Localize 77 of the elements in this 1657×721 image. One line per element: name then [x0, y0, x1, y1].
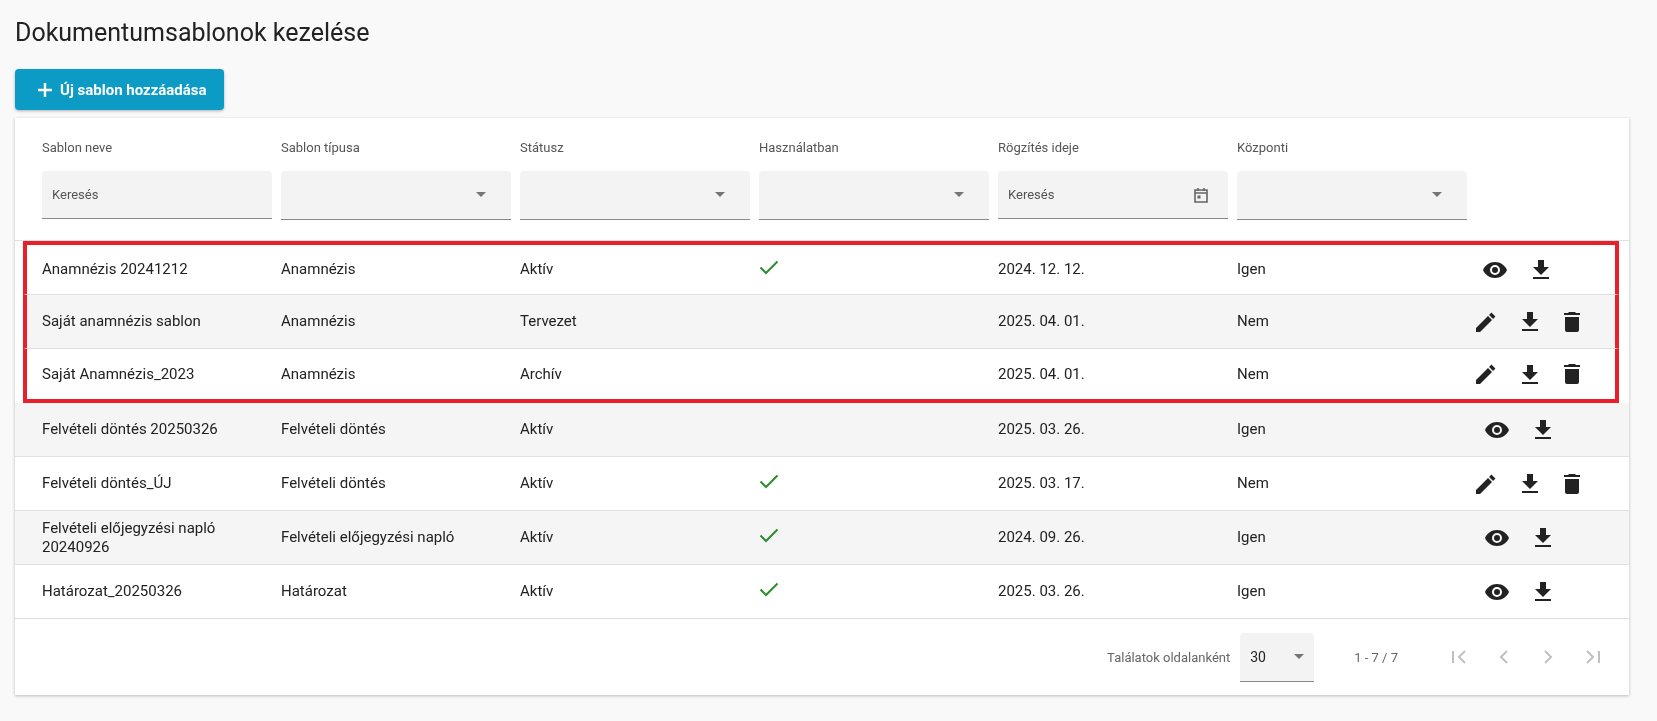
table-cell-text: Felvételi döntés_ÚJ	[42, 474, 173, 493]
table-cell-text: Saját anamnézis sablon	[42, 312, 202, 331]
first-page-icon	[1451, 648, 1469, 666]
table-cell-text: Nem	[1237, 474, 1270, 493]
select-field[interactable]	[1237, 171, 1467, 220]
search-field[interactable]: Keresés	[998, 171, 1228, 219]
caret-icon	[476, 192, 486, 197]
select-field[interactable]	[520, 171, 750, 220]
table-cell-text: 2025. 03. 26.	[998, 420, 1086, 439]
table-cell-text: Aktív	[520, 582, 555, 601]
table-cell-text: Felvételi döntés 20250326	[42, 420, 219, 439]
table-cell-text: Anamnézis	[281, 260, 357, 279]
table-cell-text: Igen	[1237, 260, 1267, 279]
table-cell-text: Saját Anamnézis_2023	[42, 364, 196, 384]
caret-icon	[954, 192, 964, 197]
trash-icon[interactable]	[1564, 473, 1580, 494]
column-header: Sablon típusa	[281, 140, 361, 157]
table-cell-text: Határozat_20250326	[42, 582, 184, 601]
search-field[interactable]: Keresés	[42, 171, 272, 219]
eye-icon[interactable]	[1485, 583, 1509, 600]
page-title: Dokumentumsablonok kezelése	[15, 18, 371, 47]
download-icon[interactable]	[1522, 312, 1538, 331]
calendar-icon[interactable]	[1194, 187, 1208, 203]
table-cell-text: 2025. 03. 26.	[998, 582, 1086, 601]
last-page-icon	[1583, 648, 1601, 666]
pencil-icon[interactable]	[1476, 473, 1496, 494]
table-cell-text: Aktív	[520, 474, 555, 493]
eye-icon[interactable]	[1485, 421, 1509, 438]
download-icon[interactable]	[1535, 582, 1551, 601]
caret-icon	[715, 192, 725, 197]
table-cell-text: 2025. 04. 01.	[998, 364, 1086, 384]
pencil-icon[interactable]	[1476, 364, 1496, 384]
table-cell-text: Felvételi előjegyzési napló 20240926	[42, 518, 217, 557]
table-cell-text: Határozat	[281, 582, 348, 601]
table-cell-text: Anamnézis	[281, 312, 357, 331]
table-cell-text: Felvételi döntés	[281, 420, 387, 439]
column-header: Rögzítés ideje	[998, 140, 1080, 157]
table-cell-text: 2025. 04. 01.	[998, 312, 1086, 331]
table-cell-text: 2025. 03. 17.	[998, 474, 1086, 493]
plus-icon	[37, 81, 53, 98]
caret-icon	[1432, 192, 1442, 197]
table-cell-text: Archív	[520, 364, 563, 384]
table-cell-text: Tervezet	[520, 312, 578, 331]
table-cell-text: Felvételi döntés	[281, 474, 387, 493]
select-field[interactable]	[281, 171, 511, 220]
table-cell-text: Igen	[1237, 582, 1267, 601]
page-size-label: Találatok oldalanként	[1107, 649, 1231, 665]
column-header: Központi	[1237, 140, 1290, 157]
table-cell-text: Aktív	[520, 420, 555, 439]
column-header: Státusz	[520, 140, 565, 157]
table-cell-text: Anamnézis 20241212	[42, 260, 189, 279]
download-icon[interactable]	[1535, 528, 1551, 547]
table-cell-text: 2024. 09. 26.	[998, 528, 1086, 547]
caret-icon	[1294, 654, 1305, 659]
trash-icon[interactable]	[1564, 311, 1580, 332]
download-icon[interactable]	[1522, 474, 1538, 493]
table-cell-text: Felvételi előjegyzési napló	[281, 528, 456, 547]
table-cell-text: 2024. 12. 12.	[998, 260, 1086, 279]
download-icon[interactable]	[1535, 420, 1551, 439]
column-header: Sablon neve	[42, 140, 114, 157]
table-cell-text: Igen	[1237, 528, 1267, 547]
page-range: 1 - 7 / 7	[1354, 649, 1398, 665]
table-cell-text: Nem	[1237, 364, 1270, 384]
table-cell-text: Aktív	[520, 260, 555, 279]
table-cell-text: Aktív	[520, 528, 555, 547]
table-cell-text: Igen	[1237, 420, 1267, 439]
table-cell-text: Anamnézis	[281, 364, 357, 384]
pencil-icon[interactable]	[1476, 311, 1496, 332]
select-field[interactable]	[759, 171, 989, 220]
page-size-select[interactable]: 30	[1240, 632, 1315, 682]
eye-icon[interactable]	[1483, 261, 1507, 278]
trash-icon[interactable]	[1564, 364, 1580, 384]
download-icon[interactable]	[1533, 260, 1549, 279]
download-icon[interactable]	[1522, 364, 1538, 384]
table-cell-text: Nem	[1237, 312, 1270, 331]
column-header: Használatban	[759, 140, 840, 157]
eye-icon[interactable]	[1485, 529, 1509, 546]
